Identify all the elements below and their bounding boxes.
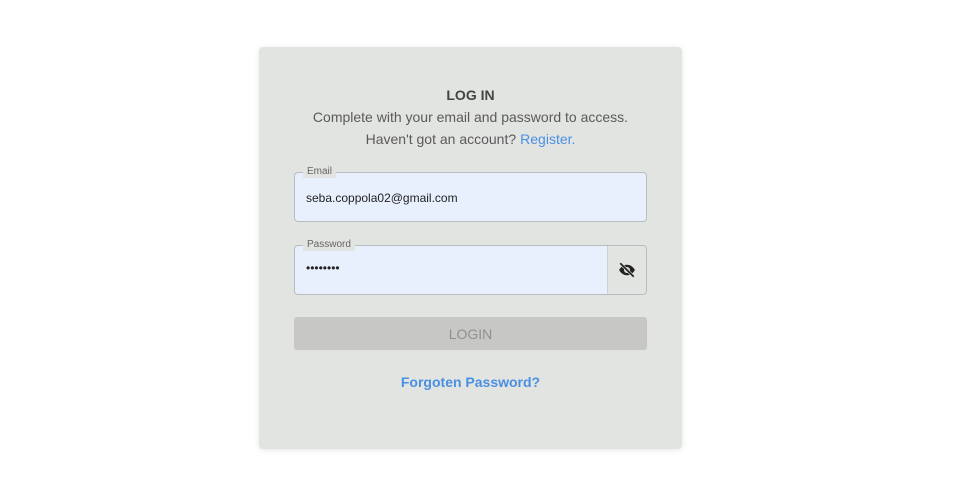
no-account-text: Haven't got an account? bbox=[365, 131, 517, 147]
forgot-password-link[interactable]: Forgoten Password? bbox=[259, 374, 682, 390]
email-input-value[interactable]: seba.coppola02@gmail.com bbox=[306, 191, 458, 205]
password-field[interactable]: Password •••••••• bbox=[294, 239, 647, 295]
toggle-password-visibility-button[interactable] bbox=[607, 246, 646, 294]
register-prompt: Haven't got an account? Register. bbox=[259, 131, 682, 147]
login-button[interactable]: LOGIN bbox=[294, 317, 647, 350]
login-title: LOG IN bbox=[446, 87, 495, 103]
password-input-value[interactable]: •••••••• bbox=[306, 261, 340, 275]
register-link[interactable]: Register bbox=[520, 131, 571, 147]
email-label: Email bbox=[303, 166, 337, 178]
register-dot: . bbox=[571, 131, 576, 147]
password-label: Password bbox=[303, 239, 355, 251]
eye-off-icon bbox=[619, 262, 635, 278]
login-subtitle: Complete with your email and password to… bbox=[312, 109, 629, 125]
email-field[interactable]: Email seba.coppola02@gmail.com bbox=[294, 166, 647, 222]
login-card: LOG IN Complete with your email and pass… bbox=[259, 47, 682, 449]
